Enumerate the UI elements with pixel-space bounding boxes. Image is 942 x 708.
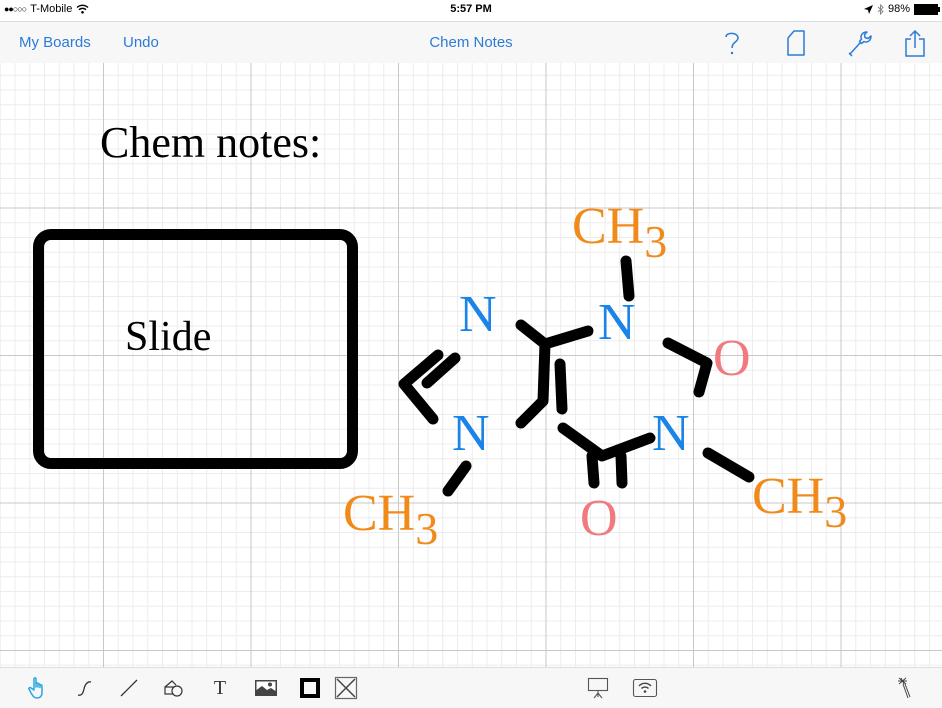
help-button[interactable] — [719, 29, 745, 57]
methyl-subscript: 3 — [824, 486, 848, 537]
bond — [702, 447, 755, 483]
methyl-subscript: 3 — [415, 503, 439, 554]
methyl-symbol: CH — [752, 468, 825, 525]
presentation-easel-icon — [587, 677, 609, 699]
atom-oxygen[interactable]: O — [713, 333, 751, 385]
atom-nitrogen[interactable]: N — [452, 408, 490, 460]
settings-button[interactable] — [847, 29, 873, 57]
share-button[interactable] — [902, 29, 928, 57]
bottom-toolbar: T — [0, 667, 942, 708]
bond — [662, 337, 713, 398]
line-icon — [120, 679, 138, 697]
atom-nitrogen[interactable]: N — [459, 289, 497, 341]
frame-icon — [300, 678, 320, 698]
text-tool[interactable]: T — [207, 675, 233, 701]
image-icon — [255, 680, 277, 696]
methyl-symbol: CH — [572, 198, 645, 255]
molecule-bonds — [398, 255, 755, 497]
wrench-icon — [848, 31, 872, 57]
navigation-bar: My Boards Undo Chem Notes — [0, 21, 942, 64]
page-icon — [787, 30, 805, 56]
frame-tool[interactable] — [297, 675, 323, 701]
bond — [398, 349, 444, 425]
methyl-symbol: CH — [343, 485, 416, 542]
text-icon: T — [213, 676, 227, 699]
hand-icon — [28, 677, 43, 699]
battery-icon — [914, 3, 940, 15]
atom-methyl[interactable]: CH3 — [343, 485, 438, 552]
battery-percent: 98% — [887, 3, 910, 15]
placeholder-tool[interactable] — [333, 675, 359, 701]
bond — [539, 325, 594, 350]
clock: 5:57 PM — [450, 3, 492, 15]
bond — [515, 338, 551, 429]
freehand-icon — [77, 681, 92, 696]
hand-tool[interactable] — [25, 675, 51, 701]
bond — [586, 450, 600, 489]
bond — [554, 358, 568, 415]
broadcast-tool[interactable] — [632, 675, 658, 701]
atom-nitrogen[interactable]: N — [652, 408, 690, 460]
page-button[interactable] — [783, 29, 809, 57]
bluetooth-icon — [877, 3, 884, 15]
present-tool[interactable] — [585, 675, 611, 701]
freehand-tool[interactable] — [72, 675, 98, 701]
bond — [620, 255, 635, 302]
line-tool[interactable] — [116, 675, 142, 701]
shapes-tool[interactable] — [161, 675, 187, 701]
atom-methyl[interactable]: CH3 — [572, 198, 667, 265]
bond — [557, 422, 656, 462]
location-arrow-icon — [863, 4, 873, 14]
magic-wand-tool[interactable] — [891, 675, 917, 701]
atom-methyl[interactable]: CH3 — [752, 468, 847, 535]
atom-nitrogen[interactable]: N — [598, 297, 636, 349]
magic-wand-icon — [898, 677, 911, 699]
atom-oxygen[interactable]: O — [580, 493, 618, 545]
shapes-icon — [164, 680, 183, 697]
placeholder-box-icon — [334, 676, 358, 700]
image-tool[interactable] — [253, 675, 279, 701]
share-icon — [905, 29, 925, 57]
help-icon — [725, 32, 739, 55]
methyl-subscript: 3 — [644, 216, 668, 267]
bond — [442, 460, 472, 497]
status-bar: ●●○○○ T-Mobile 5:57 PM 98% — [0, 0, 942, 20]
wifi-share-icon — [632, 678, 658, 698]
whiteboard-canvas[interactable]: Chem notes: Slide N N N N O O CH3 CH3 CH… — [0, 63, 942, 667]
bond — [615, 450, 628, 489]
